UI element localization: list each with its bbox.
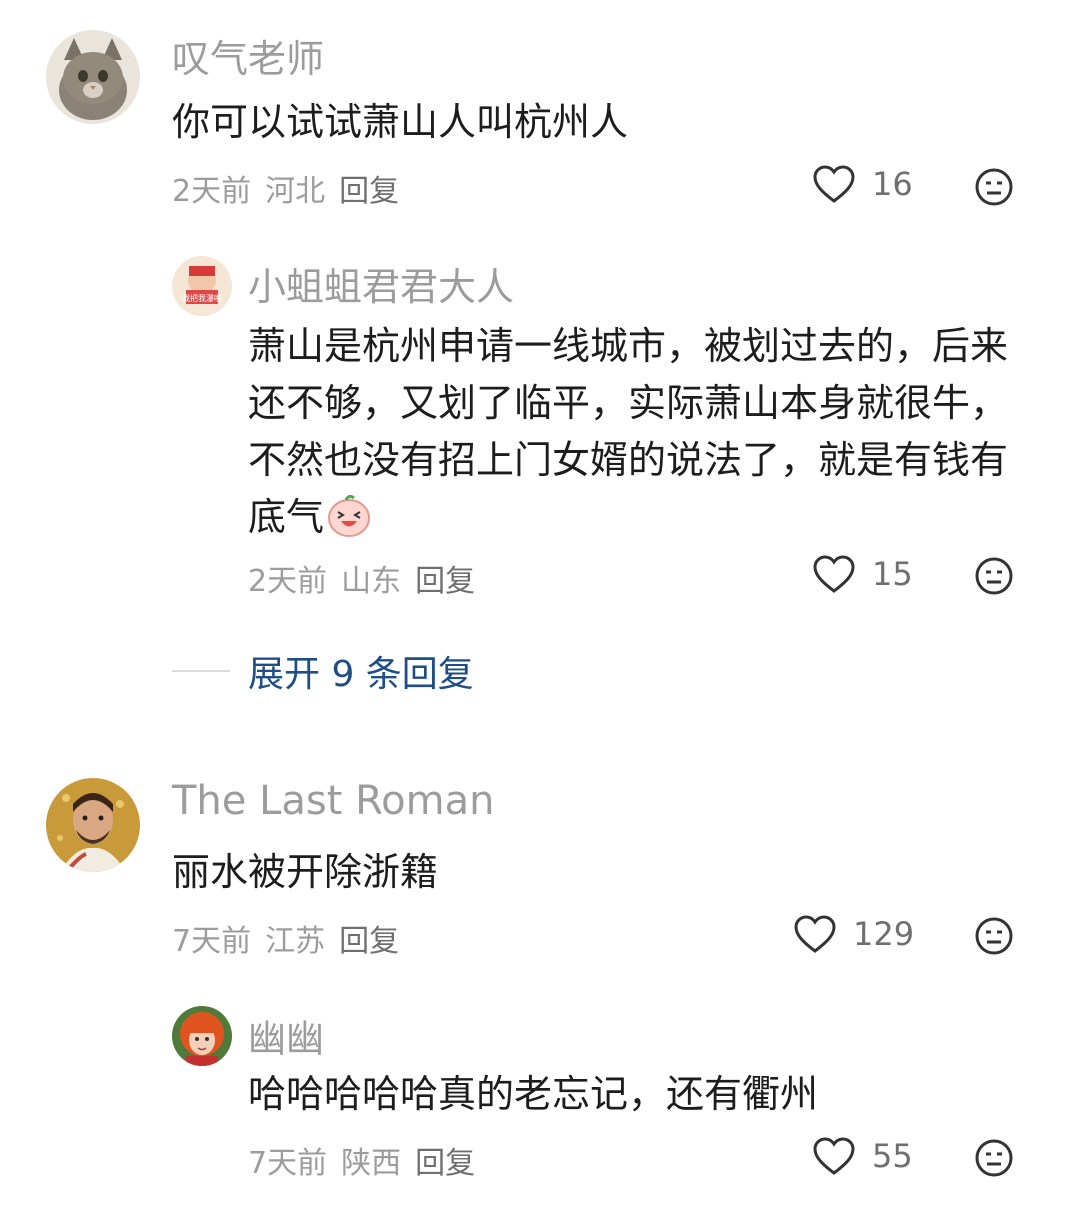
reply-button[interactable]: 回复 bbox=[339, 174, 399, 209]
dislike-face-icon[interactable] bbox=[974, 167, 1014, 207]
comment-location: 河北 bbox=[265, 174, 326, 209]
heart-icon bbox=[813, 165, 855, 203]
username[interactable]: 叹气老师 bbox=[172, 28, 324, 83]
divider bbox=[172, 670, 230, 672]
like-button[interactable]: 55 bbox=[812, 1136, 913, 1176]
like-count: 16 bbox=[872, 165, 913, 203]
like-button[interactable]: 16 bbox=[812, 164, 913, 204]
comment-meta: 7天前 江苏 回复 bbox=[172, 916, 413, 960]
reply-button[interactable]: 回复 bbox=[415, 564, 475, 599]
avatar-caption: 我把我瀑啦 bbox=[182, 293, 222, 303]
heart-icon bbox=[813, 1137, 855, 1175]
dislike-face-icon[interactable] bbox=[974, 556, 1014, 596]
comment-location: 江苏 bbox=[265, 924, 326, 959]
comment-meta: 7天前 陕西 回复 bbox=[248, 1138, 489, 1182]
comment-text: 你可以试试萧山人叫杭州人 bbox=[172, 100, 629, 144]
username[interactable]: 小蛆蛆君君大人 bbox=[248, 256, 514, 311]
laughing-emoji-icon bbox=[328, 494, 371, 537]
comment-location: 山东 bbox=[341, 564, 402, 599]
comment-time: 7天前 bbox=[248, 1146, 328, 1181]
like-button[interactable]: 129 bbox=[793, 914, 914, 954]
username[interactable]: The Last Roman bbox=[172, 778, 494, 824]
comment-text: 丽水被开除浙籍 bbox=[172, 850, 439, 894]
comment-text: 萧山是杭州申请一线城市，被划过去的，后来还不够，又划了临平，实际萧山本身就很牛，… bbox=[248, 318, 1018, 546]
reply-button[interactable]: 回复 bbox=[339, 924, 399, 959]
heart-icon bbox=[813, 555, 855, 593]
avatar[interactable]: 我把我瀑啦 bbox=[172, 256, 232, 316]
comment-meta: 2天前 河北 回复 bbox=[172, 166, 413, 210]
like-count: 55 bbox=[872, 1137, 913, 1175]
comment-time: 2天前 bbox=[248, 564, 328, 599]
username[interactable]: 幽幽 bbox=[248, 1008, 324, 1063]
comment-location: 陕西 bbox=[341, 1146, 402, 1181]
expand-replies-button[interactable]: 展开 9 条回复 bbox=[172, 645, 474, 697]
comment-time: 7天前 bbox=[172, 924, 252, 959]
dislike-face-icon[interactable] bbox=[974, 1138, 1014, 1178]
dislike-face-icon[interactable] bbox=[974, 916, 1014, 956]
avatar[interactable] bbox=[46, 778, 140, 872]
avatar[interactable] bbox=[46, 30, 140, 124]
comment-time: 2天前 bbox=[172, 174, 252, 209]
avatar[interactable] bbox=[172, 1006, 232, 1066]
reply-button[interactable]: 回复 bbox=[415, 1146, 475, 1181]
like-count: 129 bbox=[853, 915, 915, 953]
comment-text: 哈哈哈哈哈真的老忘记，还有衢州 bbox=[248, 1072, 819, 1116]
comment-meta: 2天前 山东 回复 bbox=[248, 556, 489, 600]
like-button[interactable]: 15 bbox=[812, 554, 913, 594]
like-count: 15 bbox=[872, 555, 913, 593]
heart-icon bbox=[794, 915, 836, 953]
expand-replies-label[interactable]: 展开 9 条回复 bbox=[248, 645, 474, 697]
